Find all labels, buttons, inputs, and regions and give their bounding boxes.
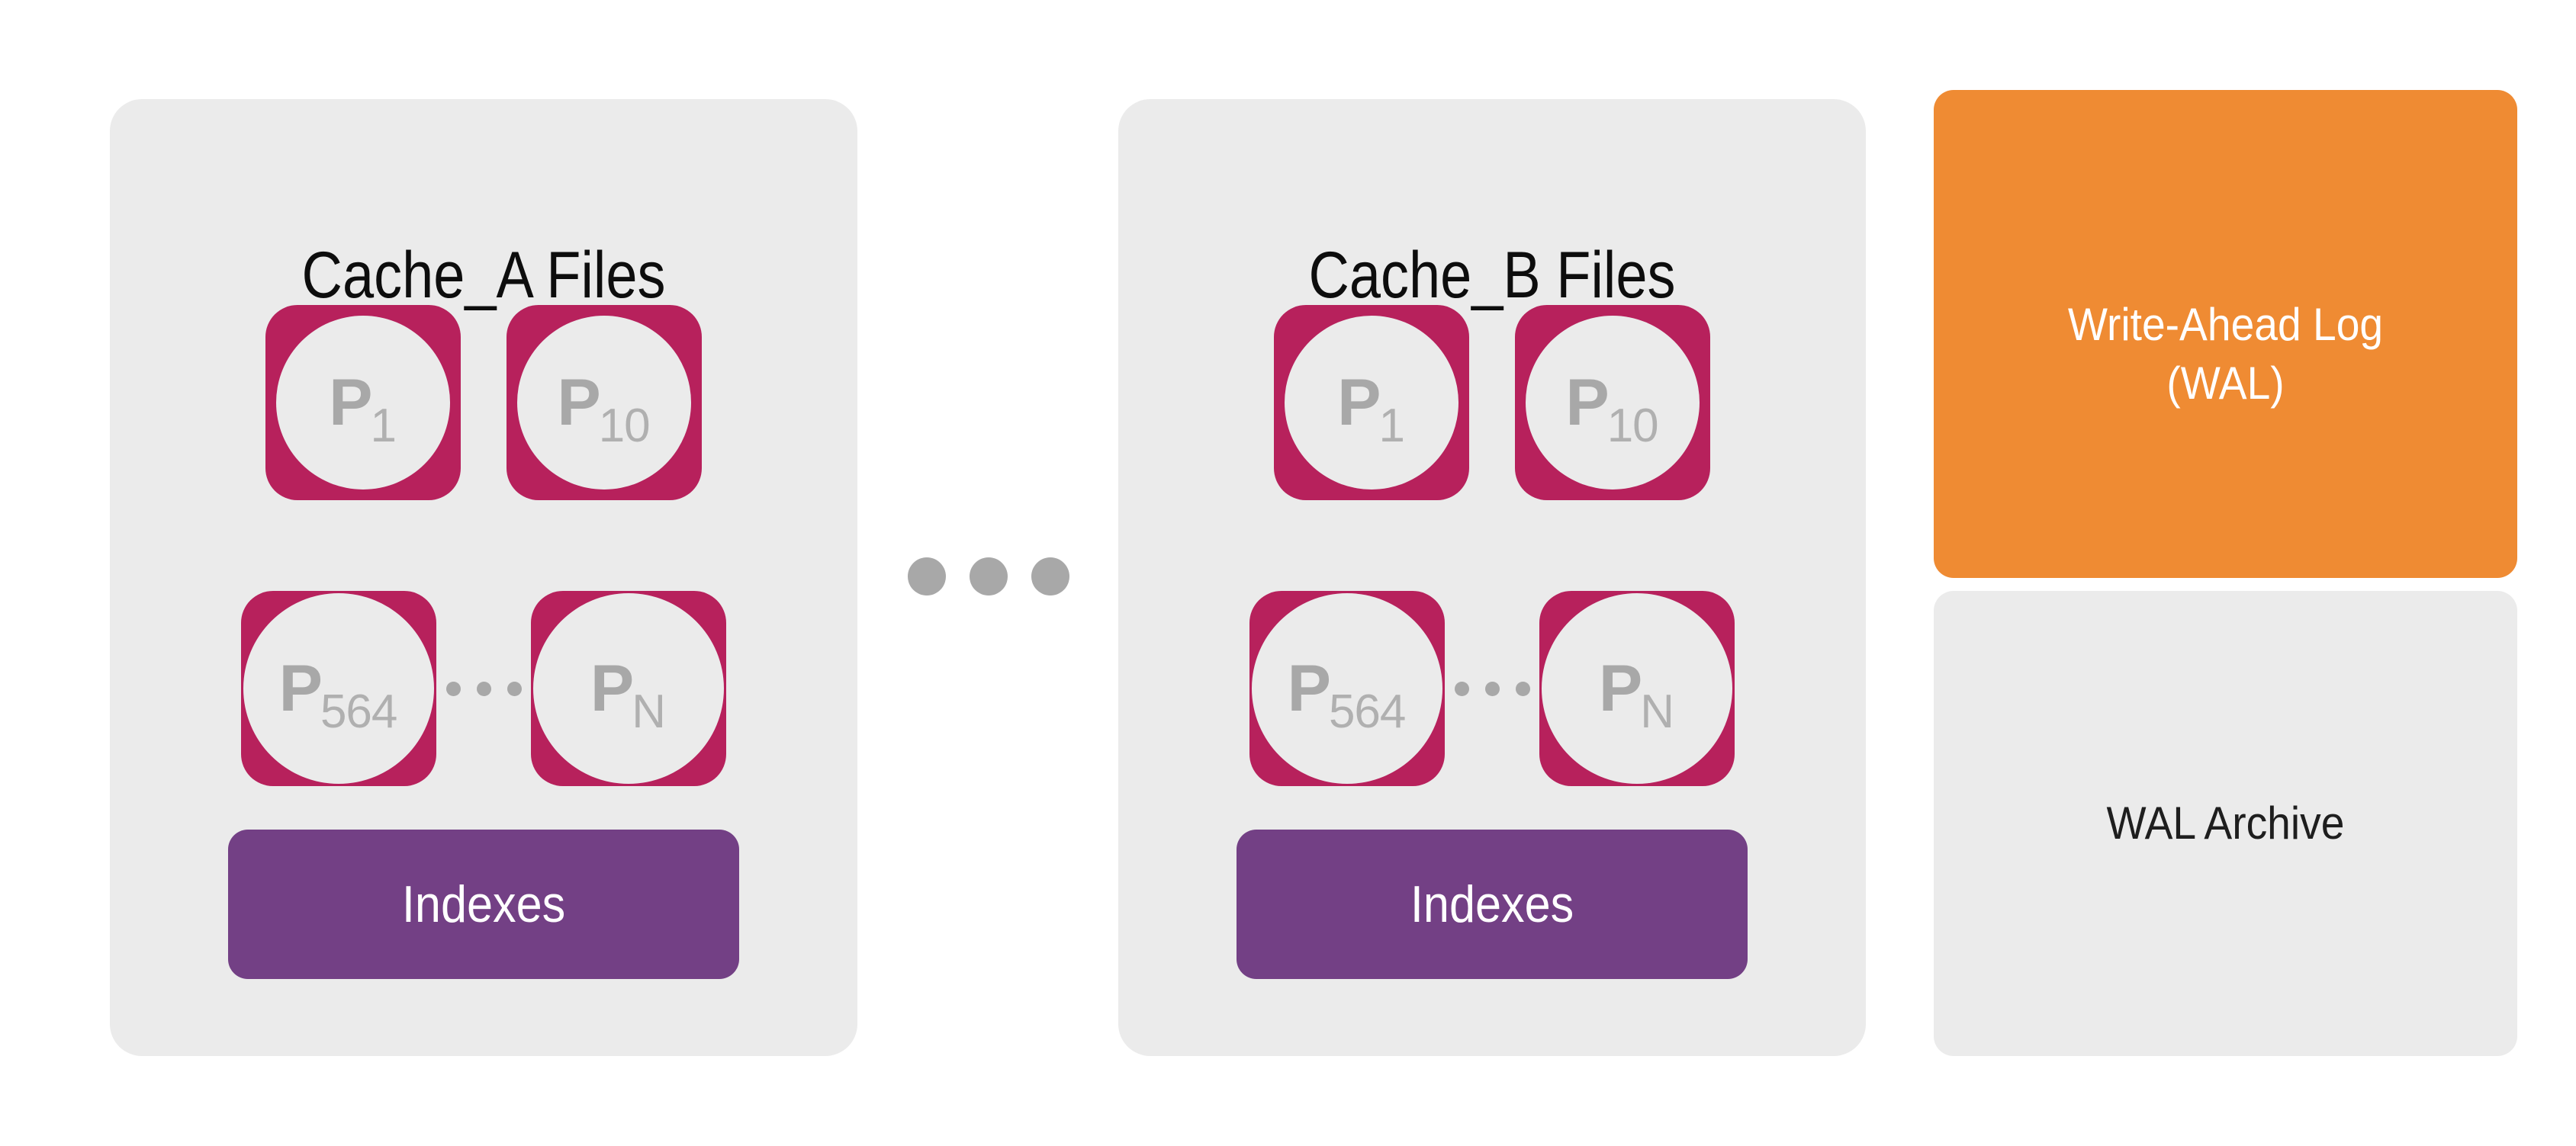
write-ahead-log-label-line2: (WAL)	[2166, 357, 2285, 409]
page-label-base: P	[590, 652, 634, 725]
horizontal-ellipsis-icon	[908, 557, 1069, 595]
page-label-base: P	[1287, 652, 1331, 725]
ellipsis-dot	[476, 681, 491, 696]
page-label: P564	[241, 656, 436, 736]
page-label: PN	[531, 656, 726, 736]
page-label-subscript: N	[632, 685, 666, 738]
page-tile[interactable]: P1	[265, 305, 461, 500]
cache-panel-b-page-row-1: P1 P10	[1118, 305, 1866, 500]
page-label-base: P	[1337, 366, 1381, 439]
page-tile[interactable]: P1	[1274, 305, 1469, 500]
indexes-label: Indexes	[1410, 875, 1574, 933]
cache-panel-b: Cache_B Files P1 P10 P564 PN Indexes	[1118, 99, 1866, 1056]
page-tile[interactable]: P564	[241, 591, 436, 786]
page-label-subscript: 10	[598, 400, 651, 452]
page-label: P10	[507, 370, 702, 450]
cache-panel-a-page-row-2: P564 PN	[110, 591, 857, 786]
page-label: P10	[1515, 370, 1710, 450]
horizontal-ellipsis-icon	[1445, 681, 1539, 696]
cache-panel-a-title: Cache_A Files	[301, 239, 666, 312]
page-label: P1	[265, 370, 461, 450]
ellipsis-dot	[1484, 681, 1500, 696]
write-ahead-log-label: Write-Ahead Log (WAL)	[1957, 296, 2494, 413]
page-label-base: P	[557, 366, 600, 439]
page-tile[interactable]: PN	[531, 591, 726, 786]
page-label-subscript: 1	[370, 400, 396, 452]
indexes-button[interactable]: Indexes	[228, 830, 739, 979]
ellipsis-dot	[908, 557, 946, 595]
page-label-base: P	[1598, 652, 1642, 725]
page-label-subscript: 564	[1328, 685, 1406, 738]
cache-panel-a: Cache_A Files P1 P10 P564 PN Indexes	[110, 99, 857, 1056]
page-label-subscript: 1	[1378, 400, 1404, 452]
page-label-base: P	[1565, 366, 1609, 439]
page-label: PN	[1539, 656, 1735, 736]
indexes-label: Indexes	[401, 875, 566, 933]
page-tile[interactable]: P564	[1249, 591, 1445, 786]
write-ahead-log-box[interactable]: Write-Ahead Log (WAL)	[1934, 90, 2517, 578]
ellipsis-dot	[1031, 557, 1069, 595]
cache-panel-b-page-row-2: P564 PN	[1118, 591, 1866, 786]
page-label: P1	[1274, 370, 1469, 450]
write-ahead-log-label-line1: Write-Ahead Log	[2067, 299, 2384, 350]
cache-panel-b-title: Cache_B Files	[1308, 239, 1676, 312]
ellipsis-dot	[507, 681, 522, 696]
ellipsis-dot	[970, 557, 1008, 595]
page-tile[interactable]: P10	[1515, 305, 1710, 500]
indexes-button[interactable]: Indexes	[1237, 830, 1748, 979]
page-label: P564	[1249, 656, 1445, 736]
page-label-subscript: N	[1640, 685, 1674, 738]
page-label-subscript: 10	[1606, 400, 1659, 452]
diagram-canvas: Cache_A Files P1 P10 P564 PN Indexes Cac…	[0, 0, 2576, 1146]
page-tile[interactable]: PN	[1539, 591, 1735, 786]
ellipsis-dot	[1515, 681, 1530, 696]
ellipsis-dot	[1454, 681, 1469, 696]
wal-archive-box[interactable]: WAL Archive	[1934, 591, 2517, 1056]
horizontal-ellipsis-icon	[436, 681, 531, 696]
page-tile[interactable]: P10	[507, 305, 702, 500]
wal-archive-label: WAL Archive	[2106, 798, 2345, 849]
cache-panel-a-page-row-1: P1 P10	[110, 305, 857, 500]
page-label-base: P	[278, 652, 323, 725]
page-label-base: P	[329, 366, 372, 439]
page-label-subscript: 564	[320, 685, 397, 738]
ellipsis-dot	[445, 681, 461, 696]
